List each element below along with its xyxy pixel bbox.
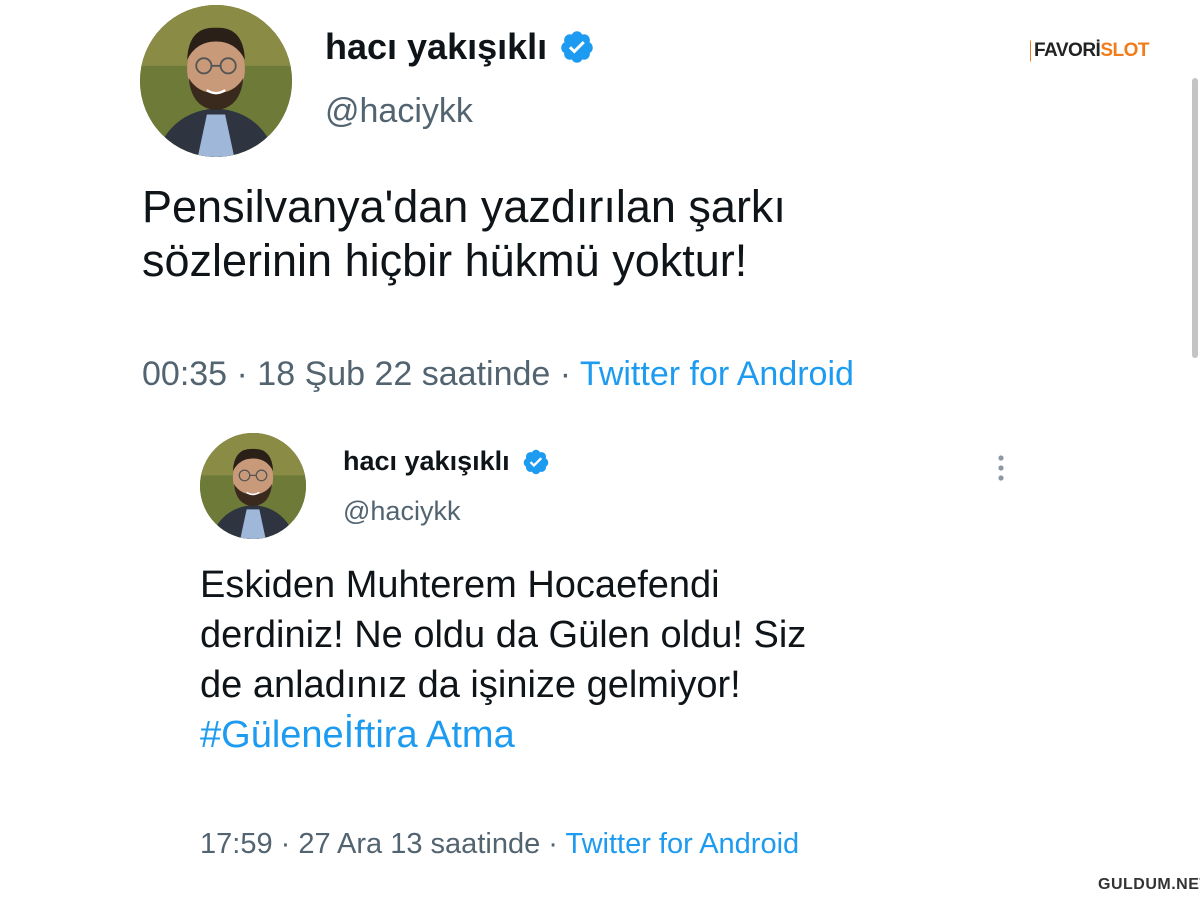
- avatar-image: [140, 5, 292, 157]
- display-name-row[interactable]: hacı yakışıklı: [343, 446, 550, 477]
- tweet-timestamp[interactable]: 17:59 · 27 Ara 13 saatinde ·: [200, 828, 565, 860]
- more-options-icon[interactable]: [991, 452, 1011, 488]
- tweet-meta: 17:59 · 27 Ara 13 saatinde · Twitter for…: [200, 828, 799, 861]
- avatar[interactable]: [140, 5, 292, 157]
- avatar[interactable]: [200, 433, 306, 539]
- tweet-source-link[interactable]: Twitter for Android: [565, 828, 799, 860]
- tweet-text-line: Pensilvanya'dan yazdırılan şarkı: [142, 181, 786, 232]
- tweet-text-line: derdiniz! Ne oldu da Gülen oldu! Siz: [200, 614, 807, 656]
- avatar-image: [200, 433, 306, 539]
- tweet-text-line: sözlerinin hiçbir hükmü yoktur!: [142, 235, 748, 286]
- tweet-text: Pensilvanya'dan yazdırılan şarkı sözleri…: [142, 180, 786, 288]
- verified-badge-icon: [522, 448, 550, 476]
- site-watermark: GULDUM.NET: [1098, 876, 1200, 893]
- display-name[interactable]: hacı yakışıklı: [343, 446, 510, 477]
- tweet-text-line: Eskiden Muhterem Hocaefendi: [200, 564, 720, 606]
- display-name[interactable]: hacı yakışıklı: [325, 26, 547, 68]
- verified-badge-icon: [559, 29, 595, 65]
- tweet-source-link[interactable]: Twitter for Android: [580, 355, 854, 393]
- user-handle[interactable]: @haciykk: [325, 92, 473, 131]
- tweet-timestamp[interactable]: 00:35 · 18 Şub 22 saatinde ·: [142, 355, 580, 393]
- brand-logo-text-b: SLOT: [1100, 40, 1149, 61]
- tweet-meta: 00:35 · 18 Şub 22 saatinde · Twitter for…: [142, 355, 854, 394]
- tweet-text-line: de anladınız da işinize gelmiyor!: [200, 664, 741, 706]
- scrollbar[interactable]: [1192, 78, 1198, 358]
- tweet-main: hacı yakışıklı @haciykk Pensilvanya'dan …: [110, 0, 1030, 410]
- user-handle[interactable]: @haciykk: [343, 496, 460, 527]
- brand-logo-text-a: FAVORİ: [1034, 40, 1101, 61]
- display-name-row[interactable]: hacı yakışıklı: [325, 26, 595, 68]
- hashtag-link[interactable]: #Güleneİftira Atma: [200, 710, 806, 760]
- tweet-text: Eskiden Muhterem Hocaefendi derdiniz! Ne…: [200, 560, 806, 760]
- tweet-quoted: hacı yakışıklı @haciykk Eskiden Muhterem…: [165, 418, 1045, 888]
